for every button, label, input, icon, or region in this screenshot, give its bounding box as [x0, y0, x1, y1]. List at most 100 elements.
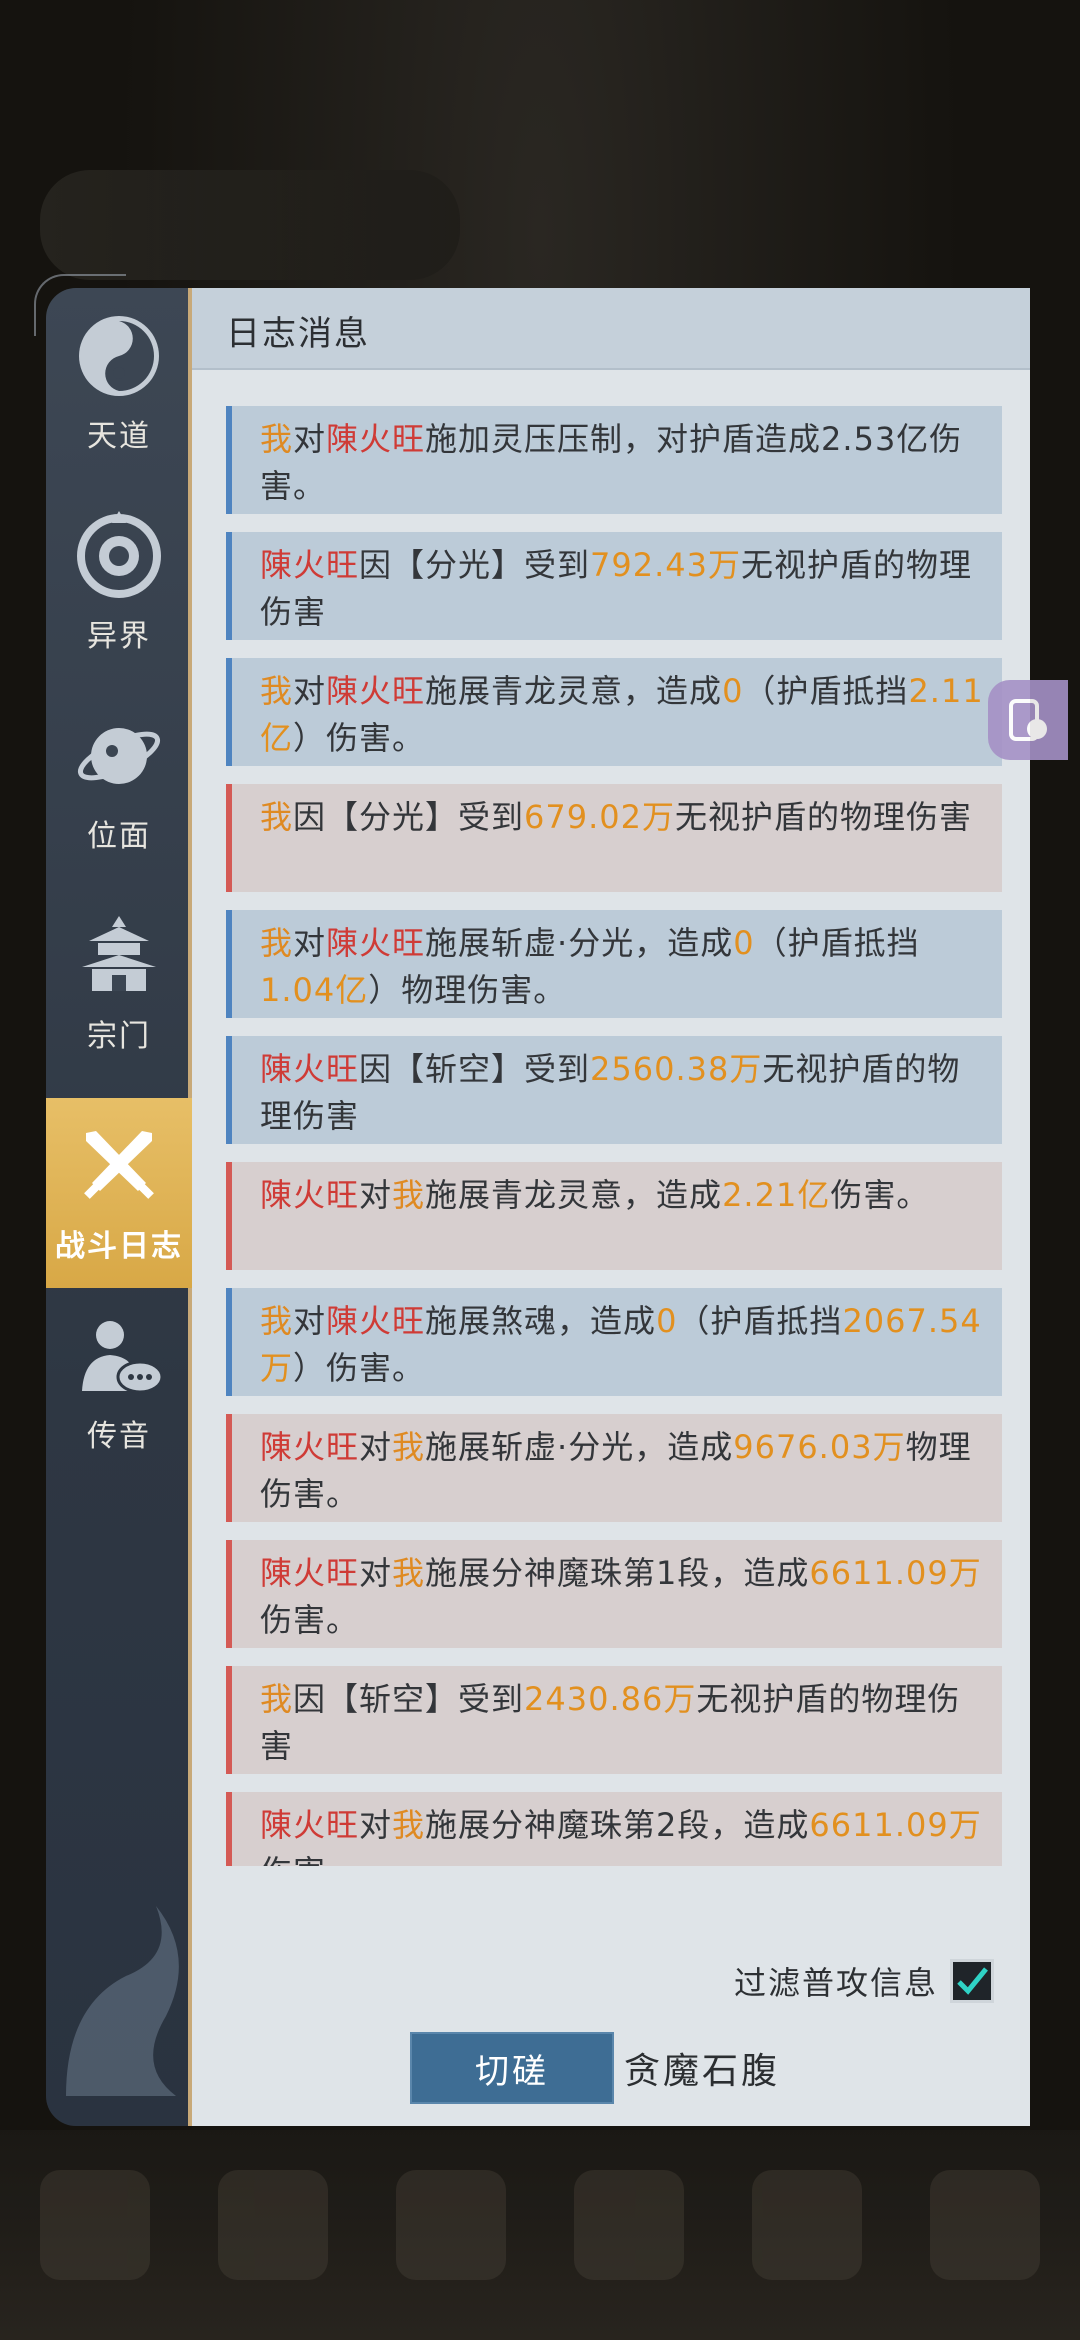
log-entry-text: （护盾抵挡 — [743, 672, 909, 710]
log-entry-text: 我 — [260, 1680, 294, 1718]
log-entry-text: （护盾抵挡 — [754, 924, 920, 962]
background-top-bar — [40, 170, 460, 280]
log-entry-text: 因【斩空】受到 — [359, 1050, 591, 1088]
filter-label: 过滤普攻信息 — [733, 1964, 938, 2002]
log-entry: 我对陳火旺施展青龙灵意，造成0（护盾抵挡2.11亿）伤害。 — [226, 658, 1002, 766]
spar-button[interactable]: 切磋 — [410, 2032, 614, 2104]
log-entry-text: 陳火旺 — [326, 672, 426, 710]
log-entry-text: 因【斩空】受到 — [293, 1680, 525, 1718]
log-entry-text: 无视护盾的物理伤害 — [675, 798, 973, 836]
sidebar-item-battle-log[interactable]: 战斗日志 — [46, 1098, 206, 1288]
check-icon — [957, 1967, 988, 1995]
floating-assist-button[interactable] — [988, 680, 1068, 760]
log-entry: 陳火旺因【斩空】受到2560.38万无视护盾的物理伤害 — [226, 1036, 1002, 1144]
log-entry: 陳火旺对我施展分神魔珠第1段，造成6611.09万伤害。 — [226, 1540, 1002, 1648]
log-entry-text: 陳火旺 — [326, 420, 426, 458]
log-entry-text: 陳火旺 — [260, 1050, 360, 1088]
opponent-name: 贪魔石腹 — [624, 2051, 781, 2092]
sidebar-item-tiandao[interactable]: 天道 — [46, 288, 192, 478]
phone-icon — [1009, 699, 1047, 741]
sidebar-item-yijie[interactable]: 异界 — [46, 488, 192, 678]
sidebar-item-label: 传音 — [87, 1419, 151, 1454]
log-panel: 日志消息 我对陳火旺施加灵压压制，对护盾造成2.53亿伤害。 陳火旺因【分光】受到… — [192, 288, 1030, 2126]
log-entry-text: 对 — [359, 1428, 393, 1466]
log-entry-text: 我 — [260, 420, 294, 458]
log-entry-text: 我 — [392, 1806, 426, 1844]
log-entry: 我因【斩空】受到2430.86万无视护盾的物理伤害 — [226, 1666, 1002, 1774]
log-entry-text: 施展煞魂，造成 — [425, 1302, 657, 1340]
bg-icon — [752, 2170, 862, 2280]
log-entry-text: 0 — [656, 1302, 678, 1340]
sidebar-item-weimian[interactable]: 位面 — [46, 688, 192, 878]
log-entry-text: 陳火旺 — [260, 546, 360, 584]
log-entry-text: 伤害。 — [260, 1601, 360, 1639]
log-entry-text: 我 — [392, 1428, 426, 1466]
log-entry-text: ）物理伤害。 — [368, 971, 567, 1009]
panel-title: 日志消息 — [226, 314, 370, 354]
log-entry-text: 因【分光】受到 — [293, 798, 525, 836]
log-entry-text: 施展青龙灵意，造成 — [425, 672, 723, 710]
log-entry: 我对陳火旺施展煞魂，造成0（护盾抵挡2067.54万）伤害。 — [226, 1288, 1002, 1396]
log-entry-text: 对 — [293, 1302, 327, 1340]
log-entry-text: 对 — [293, 672, 327, 710]
log-entry-text: 我 — [260, 798, 294, 836]
sidebar-item-label: 异界 — [87, 619, 151, 654]
log-entry-text: 我 — [392, 1176, 426, 1214]
log-entry-text: 对 — [293, 924, 327, 962]
log-entry-text: 0 — [733, 924, 755, 962]
bg-icon — [396, 2170, 506, 2280]
log-entry: 陳火旺对我施展分神魔珠第2段，造成6611.09万伤害。 — [226, 1792, 1002, 1866]
sidebar-item-label: 战斗日志 — [55, 1229, 183, 1264]
log-entry-text: 6611.09万 — [809, 1806, 982, 1844]
sidebar-item-label: 宗门 — [87, 1019, 151, 1054]
crossed-swords-icon — [74, 1121, 164, 1211]
log-entry-text: 对 — [359, 1554, 393, 1592]
swirl-icon — [74, 311, 164, 401]
log-entry-text: 我 — [260, 1302, 294, 1340]
log-entry-text: 因【分光】受到 — [359, 546, 591, 584]
log-entry-text: ）伤害。 — [293, 719, 426, 757]
log-entry-text: 我 — [392, 1554, 426, 1592]
sidebar: 天道 异界 位面 宗门 战斗日志 传音 — [34, 274, 206, 2126]
bg-icon — [574, 2170, 684, 2280]
filter-row[interactable]: 过滤普攻信息 — [734, 1958, 994, 2004]
planet-icon — [74, 711, 164, 801]
log-entry-text: 0 — [722, 672, 744, 710]
log-entry-text: 陳火旺 — [260, 1176, 360, 1214]
log-entry: 陳火旺因【分光】受到792.43万无视护盾的物理伤害 — [226, 532, 1002, 640]
log-entry: 我因【分光】受到679.02万无视护盾的物理伤害 — [226, 784, 1002, 892]
log-entry-text: 792.43万 — [590, 546, 742, 584]
log-entry-text: ）伤害。 — [293, 1349, 426, 1387]
log-entry-text: 伤害。 — [830, 1176, 930, 1214]
bg-icon — [40, 2170, 150, 2280]
sidebar-item-label: 位面 — [87, 819, 151, 854]
log-entry-text: 1.04亿 — [260, 971, 369, 1009]
log-entry-text: 对 — [293, 420, 327, 458]
chat-person-icon — [74, 1311, 164, 1401]
log-entry-text: 9676.03万 — [733, 1428, 906, 1466]
log-entry-text: 陳火旺 — [326, 924, 426, 962]
background-bottom-icons — [40, 2170, 1040, 2290]
log-entry-text: 6611.09万 — [809, 1554, 982, 1592]
log-entry: 陳火旺对我施展青龙灵意，造成2.21亿伤害。 — [226, 1162, 1002, 1270]
background-bottom-nav — [0, 2130, 1080, 2340]
wave-decoration — [66, 1906, 179, 2096]
sidebar-item-chuanyin[interactable]: 传音 — [46, 1288, 192, 1478]
sidebar-item-zongmen[interactable]: 宗门 — [46, 888, 192, 1078]
log-entry: 我对陳火旺施展斩虚·分光，造成0（护盾抵挡 1.04亿）物理伤害。 — [226, 910, 1002, 1018]
log-entry-text: 2.21亿 — [722, 1176, 831, 1214]
log-entry-text: 我 — [260, 672, 294, 710]
log-list[interactable]: 我对陳火旺施加灵压压制，对护盾造成2.53亿伤害。 陳火旺因【分光】受到792.4… — [226, 406, 1002, 1866]
filter-checkbox[interactable] — [950, 1959, 994, 2003]
pagoda-icon — [74, 911, 164, 1001]
log-entry: 陳火旺对我施展斩虚·分光，造成9676.03万物理伤害。 — [226, 1414, 1002, 1522]
log-entry-text: 施展分神魔珠第1段，造成 — [425, 1554, 810, 1592]
log-entry: 我对陳火旺施加灵压压制，对护盾造成2.53亿伤害。 — [226, 406, 1002, 514]
log-entry-text: 施展斩虚·分光，造成 — [425, 1428, 734, 1466]
log-entry-text: 陳火旺 — [260, 1554, 360, 1592]
log-entry-text: 对 — [359, 1806, 393, 1844]
bg-icon — [930, 2170, 1040, 2280]
log-entry-text: 施展斩虚·分光，造成 — [425, 924, 734, 962]
bg-icon — [218, 2170, 328, 2280]
log-entry-text: 陳火旺 — [260, 1428, 360, 1466]
